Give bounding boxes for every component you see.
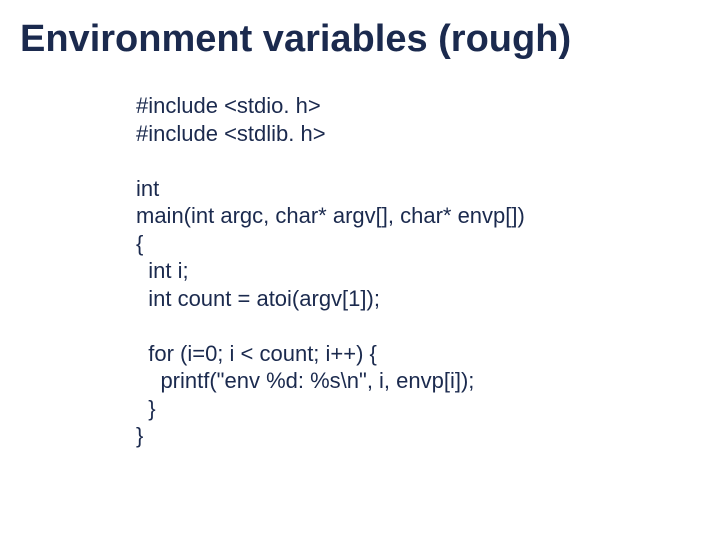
code-block: #include <stdio. h> #include <stdlib. h>…: [136, 92, 525, 450]
slide-title: Environment variables (rough): [20, 18, 571, 61]
slide: Environment variables (rough) #include <…: [0, 0, 720, 540]
